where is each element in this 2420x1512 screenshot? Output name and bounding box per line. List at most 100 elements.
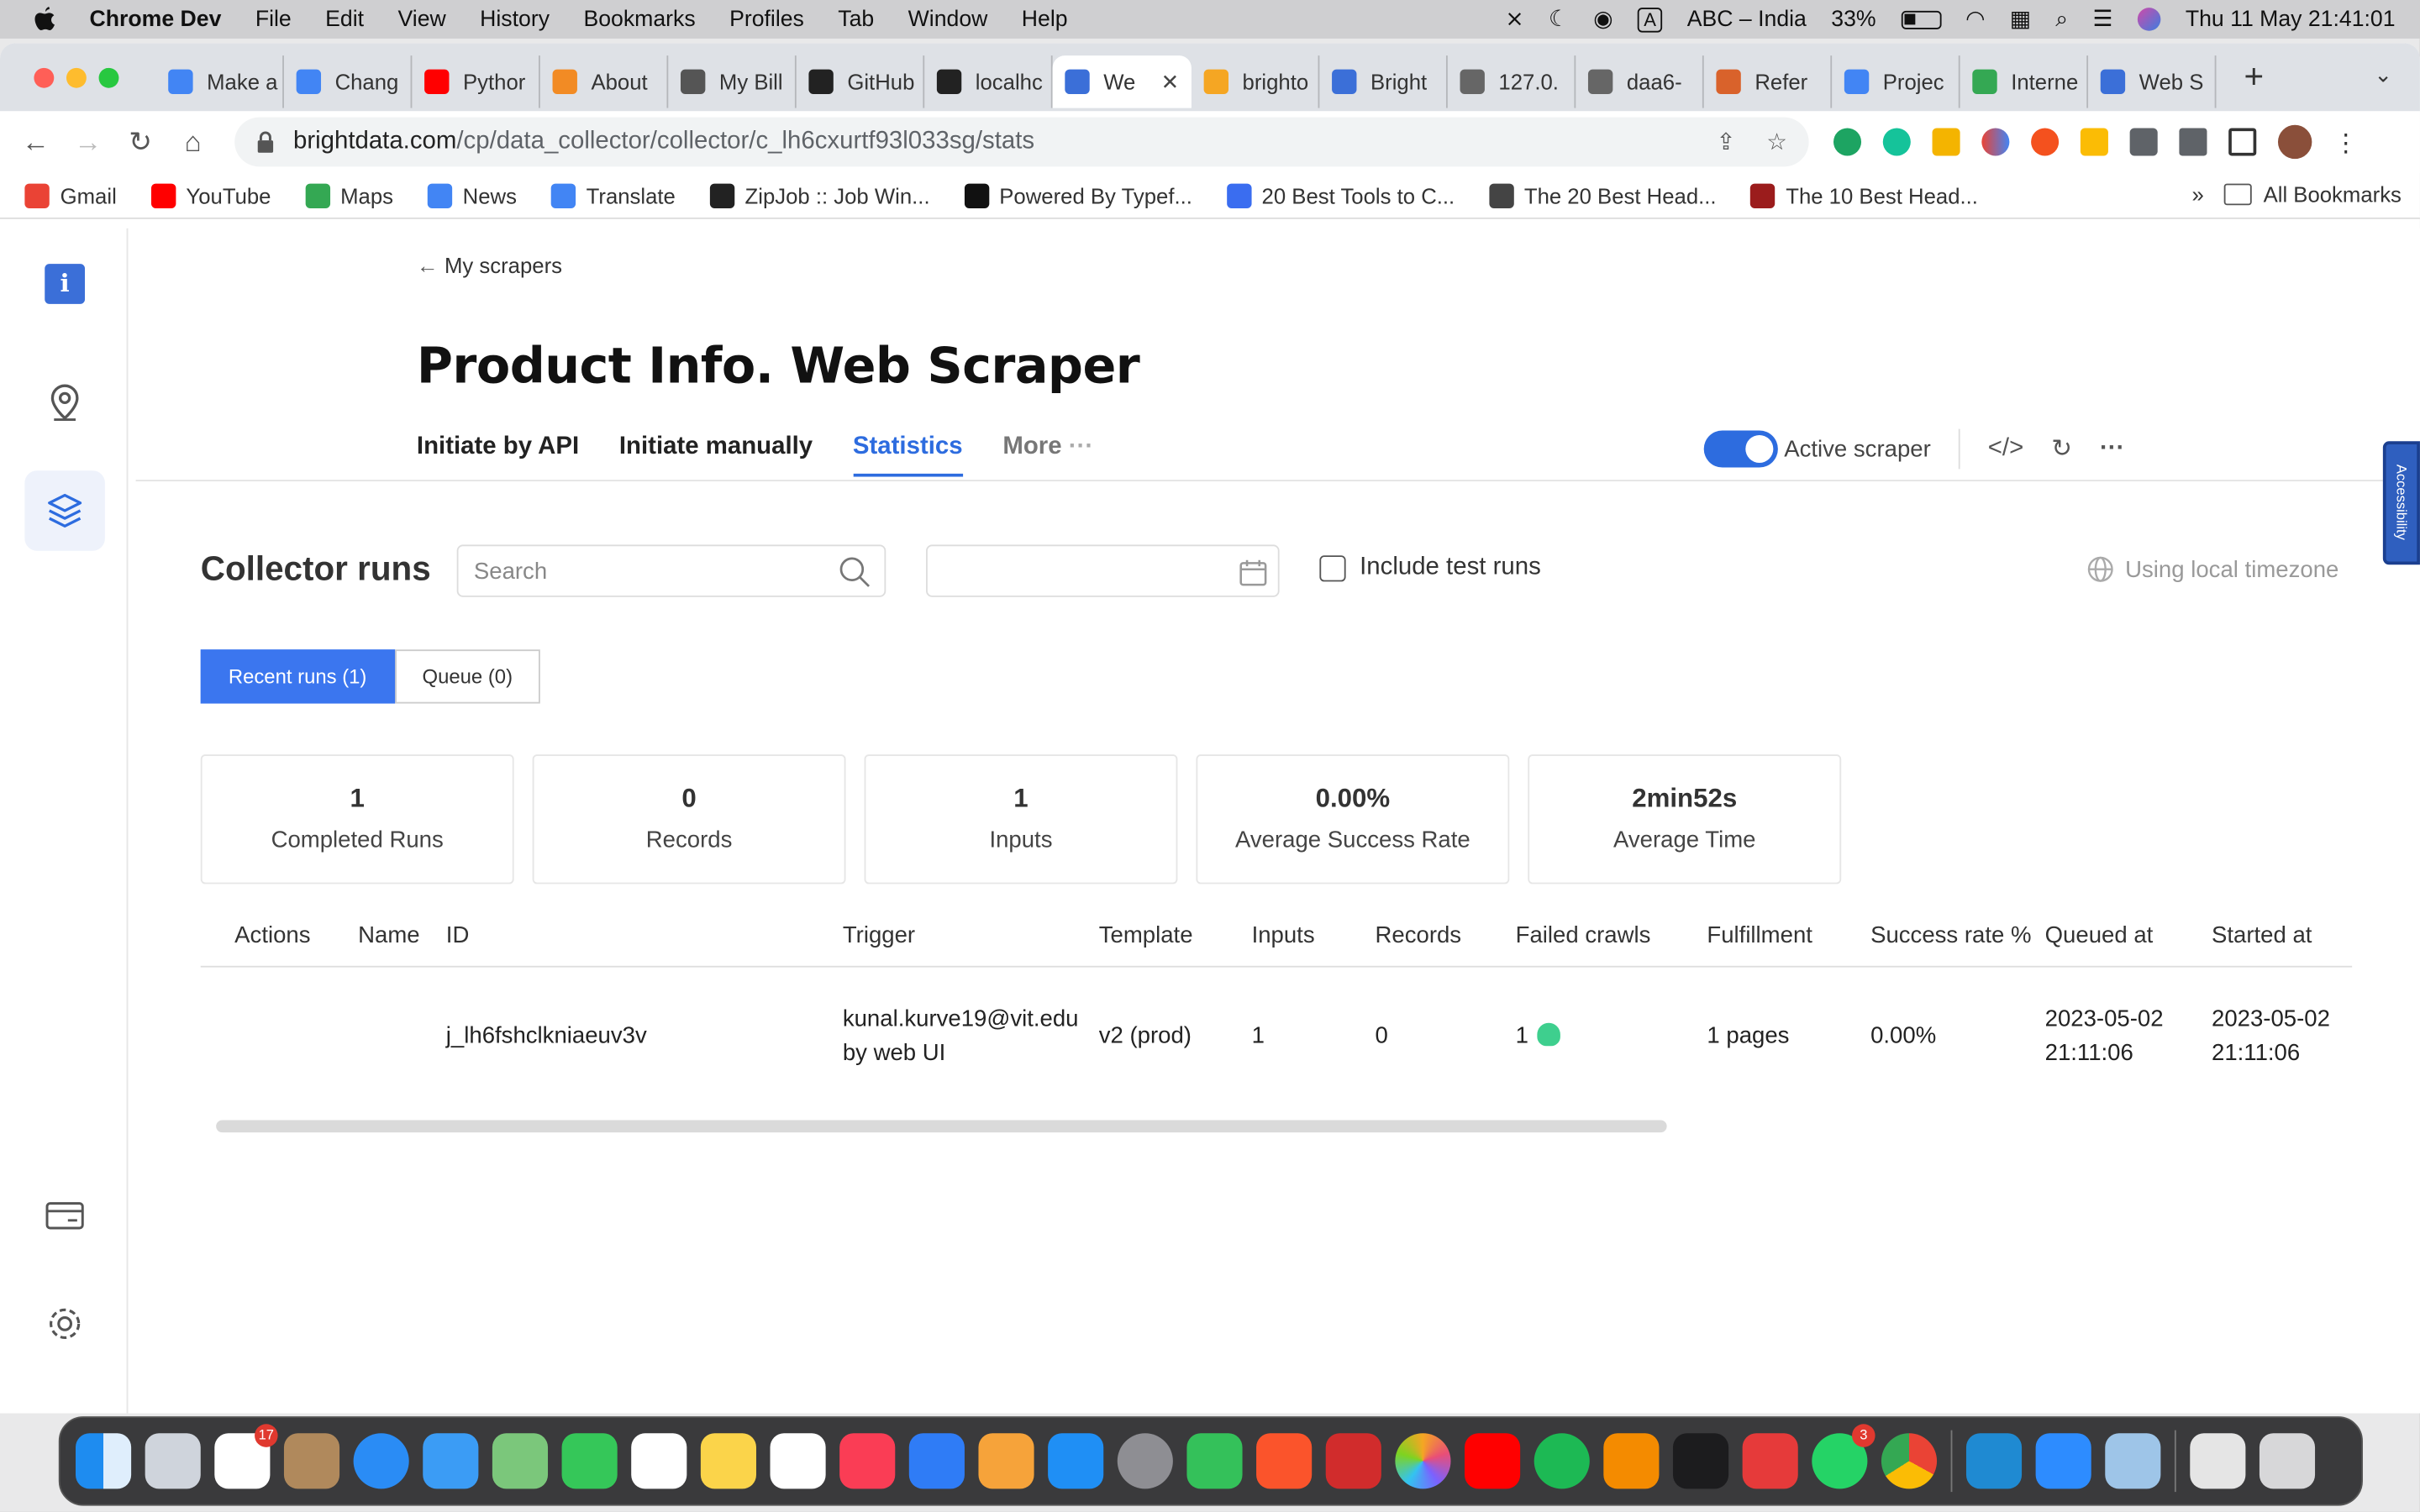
queue-tab[interactable]: Queue (0): [394, 649, 541, 704]
wifi-icon[interactable]: ◠: [1965, 7, 1985, 31]
browser-tab[interactable]: My Bill: [668, 55, 797, 108]
bug-icon[interactable]: [1537, 1022, 1561, 1047]
numbers-icon[interactable]: [1186, 1433, 1243, 1489]
include-test-runs-checkbox[interactable]: Include test runs: [1319, 554, 1541, 581]
system-settings-icon[interactable]: [1117, 1433, 1173, 1489]
reminders-icon[interactable]: 17: [214, 1424, 278, 1489]
browser-tab[interactable]: Pythor: [412, 55, 540, 108]
whatsapp-icon[interactable]: 3: [1812, 1424, 1876, 1489]
menu-view[interactable]: View: [397, 7, 445, 31]
col-failed-crawls[interactable]: Failed crawls: [1516, 922, 1651, 948]
cell-failed-crawls[interactable]: 1: [1516, 1020, 1561, 1053]
bookmark-item[interactable]: Powered By Typef...: [964, 182, 1192, 208]
menu-bookmarks[interactable]: Bookmarks: [583, 7, 695, 31]
sidebar-item-billing[interactable]: [24, 1176, 105, 1257]
apple-icon[interactable]: [31, 5, 59, 33]
notes-icon[interactable]: [700, 1433, 756, 1489]
col-inputs[interactable]: Inputs: [1252, 922, 1315, 948]
puzzle-extensions-icon[interactable]: [2129, 128, 2158, 156]
close-tab-icon[interactable]: ✕: [1161, 69, 1180, 95]
address-bar[interactable]: brightdata.com/cp/data_collector/collect…: [234, 117, 1809, 167]
date-range-picker[interactable]: [926, 544, 1280, 597]
bookmark-item[interactable]: The 10 Best Head...: [1749, 182, 1978, 208]
vlc-icon[interactable]: [1603, 1433, 1660, 1489]
mail-icon[interactable]: [423, 1433, 479, 1489]
trash-icon[interactable]: [2259, 1433, 2316, 1489]
menu-edit[interactable]: Edit: [325, 7, 364, 31]
zoom-window-button[interactable]: [98, 66, 119, 87]
extension-grid-icon[interactable]: [2080, 128, 2108, 156]
share-icon[interactable]: ⇪: [1716, 128, 1735, 155]
spotify-icon[interactable]: [1534, 1433, 1590, 1489]
menu-tab[interactable]: Tab: [838, 7, 874, 31]
play-circle-icon[interactable]: ◉: [1593, 7, 1612, 31]
maps-icon[interactable]: [492, 1433, 549, 1489]
close-window-button[interactable]: [34, 66, 55, 87]
profile-avatar[interactable]: [2277, 124, 2312, 160]
pages-icon[interactable]: [978, 1433, 1034, 1489]
menu-help[interactable]: Help: [1022, 7, 1068, 31]
home-icon[interactable]: ⌂: [166, 126, 218, 159]
input-source-icon[interactable]: A: [1637, 7, 1663, 32]
lock-extension-icon[interactable]: [1932, 128, 1960, 156]
accessibility-button[interactable]: Accessibility: [2382, 441, 2420, 565]
tab-initiate-manually[interactable]: Initiate manually: [619, 433, 813, 476]
brave-icon[interactable]: [1256, 1433, 1313, 1489]
moon-icon[interactable]: ☾: [1549, 7, 1569, 31]
grammarly-icon[interactable]: [1882, 128, 1911, 156]
sidebar-item-settings[interactable]: [24, 1284, 105, 1364]
sidebar-item-data-collector[interactable]: [24, 470, 105, 551]
browser-tab[interactable]: daa6-: [1576, 55, 1704, 108]
browser-tab[interactable]: Make a: [156, 55, 284, 108]
tab-statistics[interactable]: Statistics: [852, 433, 963, 477]
side-panel-icon[interactable]: [2228, 128, 2257, 156]
bookmark-item[interactable]: YouTube: [150, 182, 271, 208]
bookmarks-overflow-chevron-icon[interactable]: »: [2191, 182, 2203, 207]
finder-icon[interactable]: [75, 1433, 132, 1489]
vscode-icon[interactable]: [1965, 1433, 2023, 1489]
bookmark-item[interactable]: The 20 Best Head...: [1488, 182, 1717, 208]
col-trigger[interactable]: Trigger: [843, 922, 915, 948]
browser-tab[interactable]: Chang: [284, 55, 413, 108]
bookmark-item[interactable]: News: [427, 182, 517, 208]
siri-icon[interactable]: [2137, 8, 2161, 31]
bookmark-item[interactable]: Gmail: [24, 182, 117, 208]
documents-stack-icon[interactable]: [2190, 1433, 2246, 1489]
browser-tab[interactable]: Bright: [1319, 55, 1448, 108]
new-tab-button[interactable]: +: [2244, 57, 2265, 97]
lock-icon[interactable]: [256, 131, 275, 153]
keynote-icon[interactable]: [908, 1433, 965, 1489]
flask-icon[interactable]: [2179, 128, 2207, 156]
code-icon[interactable]: </>: [1988, 435, 2024, 463]
photos-icon[interactable]: [1395, 1433, 1451, 1489]
browser-tab[interactable]: Refer: [1704, 55, 1833, 108]
freeform-icon[interactable]: [770, 1433, 826, 1489]
menu-file[interactable]: File: [255, 7, 292, 31]
battery-percent[interactable]: 33%: [1831, 7, 1876, 31]
browser-tab[interactable]: 127.0.: [1448, 55, 1576, 108]
contacts-icon[interactable]: [283, 1433, 340, 1489]
chrome-app-icon[interactable]: [1881, 1433, 1938, 1489]
browser-tab[interactable]: Interne: [1960, 55, 2089, 108]
history-icon[interactable]: ↻: [2051, 433, 2072, 465]
preview-icon[interactable]: [2105, 1433, 2161, 1489]
tab-more[interactable]: More ···: [1002, 433, 1093, 476]
facetime-icon[interactable]: [561, 1433, 618, 1489]
battery-icon[interactable]: [1900, 9, 1941, 29]
menubar-app-name[interactable]: Chrome Dev: [90, 7, 222, 31]
extension-orange-icon[interactable]: [2031, 128, 2060, 156]
rubymine-icon[interactable]: [1742, 1433, 1798, 1489]
all-bookmarks-folder[interactable]: All Bookmarks: [2223, 182, 2402, 207]
input-source-label[interactable]: ABC – India: [1687, 7, 1807, 31]
browser-tab[interactable]: GitHub: [797, 55, 925, 108]
more-options-icon[interactable]: ···: [2100, 435, 2124, 463]
col-id[interactable]: ID: [446, 922, 470, 948]
browser-tab[interactable]: localhc: [924, 55, 1053, 108]
back-arrow-icon[interactable]: ←: [9, 126, 61, 159]
menubar-clock[interactable]: Thu 11 May 21:41:01: [2186, 7, 2396, 31]
col-started-at[interactable]: Started at: [2212, 922, 2312, 948]
col-queued-at[interactable]: Queued at: [2045, 922, 2154, 948]
col-fulfillment[interactable]: Fulfillment: [1707, 922, 1812, 948]
chrome-menu-icon[interactable]: ⋮: [2333, 128, 2358, 157]
tab-search-chevron-icon[interactable]: ⌄: [2374, 61, 2392, 87]
